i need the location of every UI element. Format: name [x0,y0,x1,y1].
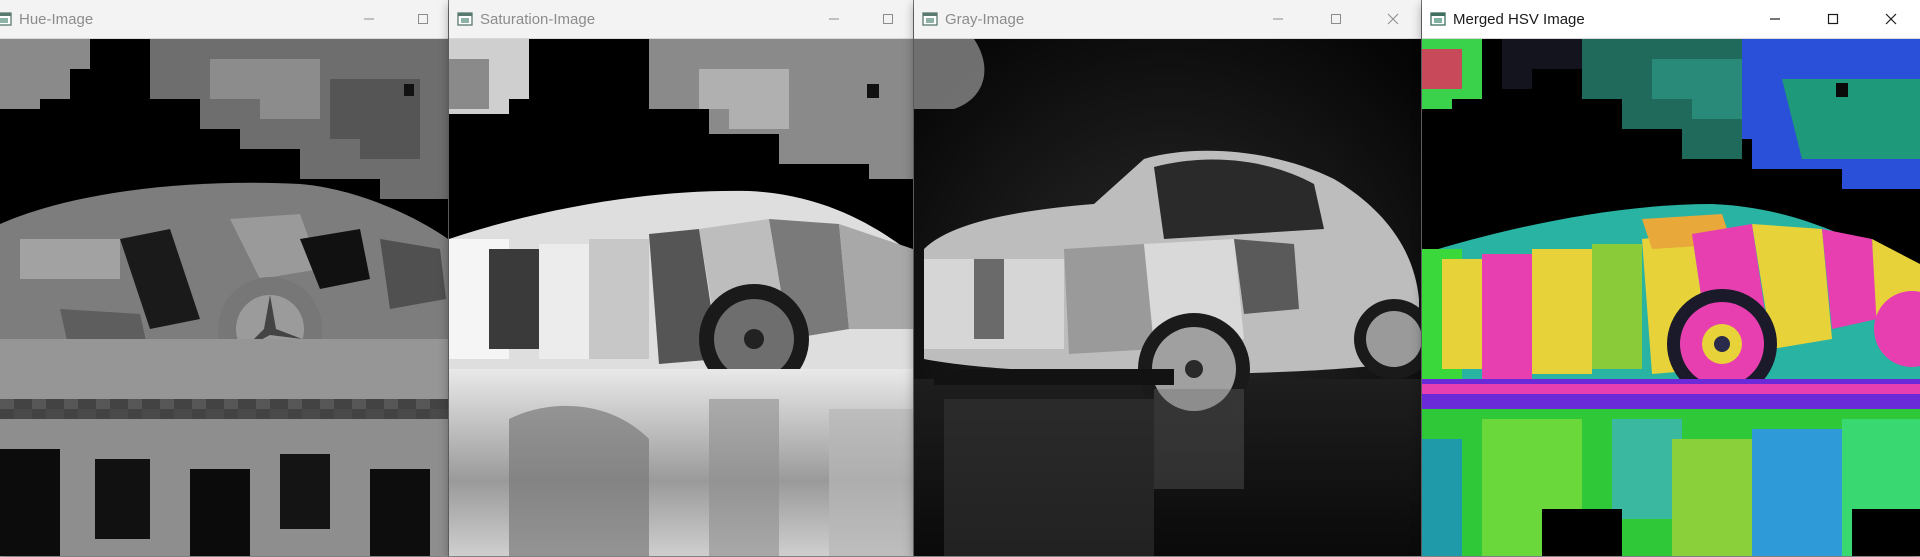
close-icon [1885,13,1897,25]
maximize-icon [1827,13,1839,25]
gray-minimize-button[interactable] [1249,0,1307,38]
minimize-icon [1273,18,1283,20]
gray-image [914,39,1421,556]
merged-hsv-image [1422,39,1920,556]
merged-minimize-button[interactable] [1746,0,1804,38]
maximize-icon [418,14,428,24]
hue-image-titlebar[interactable]: Hue-Image [0,0,448,39]
merged-hsv-titlebar[interactable]: Merged HSV Image [1422,0,1920,39]
hue-image-title: Hue-Image [19,10,94,28]
gray-image-titlebar[interactable]: Gray-Image [914,0,1421,39]
gray-maximize-button[interactable] [1307,0,1365,38]
minimize-icon [1770,18,1780,20]
saturation-image-canvas [449,39,913,556]
merged-close-button[interactable] [1862,0,1920,38]
app-window-icon [1430,12,1446,26]
saturation-image-window[interactable]: Saturation-Image [449,0,913,556]
maximize-icon [883,14,893,24]
gray-close-button[interactable] [1365,0,1421,38]
gray-image-title: Gray-Image [945,10,1025,28]
gray-image-window[interactable]: Gray-Image [914,0,1421,556]
merged-maximize-button[interactable] [1804,0,1862,38]
hue-image-canvas [0,39,448,556]
hue-maximize-button[interactable] [398,0,448,38]
merged-hsv-image-window[interactable]: Merged HSV Image [1422,0,1920,556]
minimize-icon [364,18,374,20]
maximize-icon [1331,14,1341,24]
saturation-image-title: Saturation-Image [480,10,596,28]
close-icon [1387,13,1399,25]
app-window-icon [0,12,12,26]
merged-hsv-canvas [1422,39,1920,556]
minimize-icon [829,18,839,20]
saturation-minimize-button[interactable] [805,0,863,38]
saturation-maximize-button[interactable] [863,0,913,38]
merged-hsv-title: Merged HSV Image [1453,10,1585,28]
hue-image [0,39,448,556]
app-window-icon [922,12,938,26]
saturation-image [449,39,913,556]
saturation-image-titlebar[interactable]: Saturation-Image [449,0,913,39]
hue-minimize-button[interactable] [340,0,398,38]
gray-image-canvas [914,39,1421,556]
hue-image-window[interactable]: Hue-Image [0,0,448,556]
app-window-icon [457,12,473,26]
